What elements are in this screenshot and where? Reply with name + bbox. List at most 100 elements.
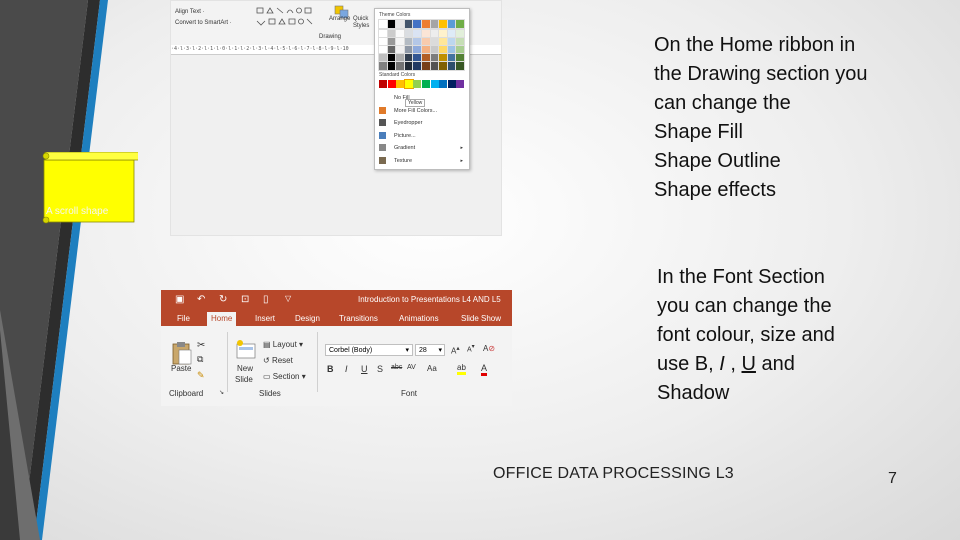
theme-color-swatch[interactable]	[455, 45, 466, 55]
standard-color-swatch[interactable]	[422, 80, 430, 88]
customize-icon[interactable]: ▽	[285, 294, 291, 303]
theme-color-swatch[interactable]	[403, 19, 414, 29]
theme-color-swatch[interactable]	[386, 19, 397, 29]
theme-color-swatch[interactable]	[446, 29, 457, 39]
theme-color-swatch[interactable]	[386, 29, 397, 39]
theme-color-swatch[interactable]	[429, 53, 440, 63]
layout-button[interactable]: ▤ Layout ▾	[263, 340, 303, 349]
format-painter-icon[interactable]: ✎	[197, 370, 205, 381]
fill-menu-item[interactable]: Texture ▸	[379, 156, 465, 167]
theme-color-swatch[interactable]	[429, 19, 440, 29]
theme-color-swatch[interactable]	[446, 45, 457, 55]
tab-home[interactable]: Home	[207, 312, 237, 328]
standard-color-swatch[interactable]	[447, 80, 456, 88]
theme-color-swatch[interactable]	[395, 61, 406, 71]
align-text-button[interactable]: Align Text ·	[175, 9, 205, 15]
theme-color-swatch[interactable]	[412, 37, 423, 47]
tab-animations[interactable]: Animations	[395, 312, 443, 326]
theme-color-swatch[interactable]	[403, 37, 414, 47]
theme-color-swatch[interactable]	[386, 61, 397, 71]
theme-color-swatch[interactable]	[412, 29, 423, 39]
theme-color-swatch[interactable]	[446, 19, 457, 29]
shapes-gallery[interactable]	[255, 5, 327, 31]
theme-color-swatch[interactable]	[455, 53, 466, 63]
paste-icon[interactable]	[171, 340, 193, 366]
theme-color-swatch[interactable]	[455, 29, 466, 39]
theme-color-swatch[interactable]	[412, 61, 423, 71]
reset-button[interactable]: ↺ Reset	[263, 356, 293, 365]
theme-color-swatch[interactable]	[403, 45, 414, 55]
grow-font-icon[interactable]: A▴	[451, 344, 460, 356]
theme-color-swatch[interactable]	[446, 37, 457, 47]
theme-color-swatch[interactable]	[438, 45, 449, 55]
theme-color-swatch[interactable]	[412, 45, 423, 55]
standard-color-swatch[interactable]	[379, 80, 387, 88]
theme-color-swatch[interactable]	[455, 37, 466, 47]
fill-menu-item[interactable]: More Fill Colors...	[379, 106, 465, 117]
theme-color-swatch[interactable]	[421, 45, 431, 55]
shrink-font-icon[interactable]: A▾	[467, 344, 475, 353]
clear-formatting-icon[interactable]: A⊘	[483, 344, 495, 353]
theme-color-swatch[interactable]	[395, 45, 406, 55]
clipboard-launcher-icon[interactable]: ↘	[219, 389, 224, 396]
tab-transitions[interactable]: Transitions	[335, 312, 382, 326]
character-spacing-button[interactable]: AV	[407, 364, 416, 371]
new-slide-label-2[interactable]: Slide	[235, 375, 253, 384]
underline-button[interactable]: U	[361, 364, 368, 374]
file-icon[interactable]: ▯	[263, 294, 269, 305]
font-size-select[interactable]: 28 ▾	[415, 344, 445, 356]
theme-color-swatch[interactable]	[438, 53, 449, 63]
new-slide-label-1[interactable]: New	[237, 364, 253, 373]
theme-color-swatch[interactable]	[403, 61, 414, 71]
theme-color-swatch[interactable]	[446, 61, 457, 71]
theme-color-swatch[interactable]	[421, 61, 431, 71]
theme-color-swatch[interactable]	[412, 53, 423, 63]
slideshow-icon[interactable]: ⊡	[241, 294, 249, 305]
highlight-color-icon[interactable]: ab	[457, 364, 466, 375]
fill-menu-item[interactable]: Eyedropper	[379, 118, 465, 129]
paste-button[interactable]: Paste	[171, 364, 191, 373]
theme-color-swatch[interactable]	[438, 37, 449, 47]
theme-color-swatch[interactable]	[421, 29, 431, 39]
bold-button[interactable]: B	[327, 364, 334, 374]
theme-color-swatch[interactable]	[378, 29, 388, 39]
tab-design[interactable]: Design	[291, 312, 324, 326]
convert-smartart-button[interactable]: Convert to SmartArt ·	[175, 20, 232, 26]
theme-color-swatch[interactable]	[386, 45, 397, 55]
theme-color-swatch[interactable]	[395, 37, 406, 47]
theme-color-swatch[interactable]	[421, 37, 431, 47]
standard-color-swatch[interactable]	[439, 80, 448, 88]
theme-color-swatch[interactable]	[455, 61, 466, 71]
theme-color-swatch[interactable]	[421, 53, 431, 63]
theme-color-swatch[interactable]	[403, 53, 414, 63]
quick-styles-button[interactable]: Quick Styles	[353, 16, 375, 30]
theme-color-swatch[interactable]	[378, 45, 388, 55]
theme-color-swatch[interactable]	[378, 61, 388, 71]
theme-color-swatch[interactable]	[403, 29, 414, 39]
undo-icon[interactable]: ↶	[197, 294, 205, 305]
cut-icon[interactable]: ✂	[197, 340, 205, 351]
fill-menu-item[interactable]: Gradient ▸	[379, 143, 465, 154]
theme-color-swatch[interactable]	[378, 19, 388, 29]
tab-slide-show[interactable]: Slide Show	[457, 312, 505, 326]
theme-color-swatch[interactable]	[438, 61, 449, 71]
standard-color-swatch[interactable]	[387, 80, 396, 88]
font-color-icon[interactable]: A	[481, 364, 488, 376]
theme-color-swatch[interactable]	[429, 61, 440, 71]
theme-color-swatch[interactable]	[455, 19, 466, 29]
theme-color-swatch[interactable]	[429, 37, 440, 47]
theme-color-swatch[interactable]	[429, 45, 440, 55]
save-icon[interactable]: ▣	[175, 294, 184, 305]
theme-color-swatch[interactable]	[446, 53, 457, 63]
theme-color-swatch[interactable]	[378, 53, 388, 63]
italic-button[interactable]: I	[345, 364, 348, 374]
change-case-button[interactable]: Aa	[427, 364, 437, 373]
theme-color-swatch[interactable]	[438, 19, 449, 29]
standard-color-swatch[interactable]	[456, 80, 465, 88]
standard-color-swatch[interactable]	[413, 80, 422, 88]
strikethrough-button[interactable]: abc	[391, 364, 402, 371]
arrange-button[interactable]: Arrange	[329, 16, 350, 22]
shadow-button[interactable]: S	[377, 364, 383, 374]
redo-icon[interactable]: ↻	[219, 294, 227, 305]
theme-color-swatch[interactable]	[395, 53, 406, 63]
